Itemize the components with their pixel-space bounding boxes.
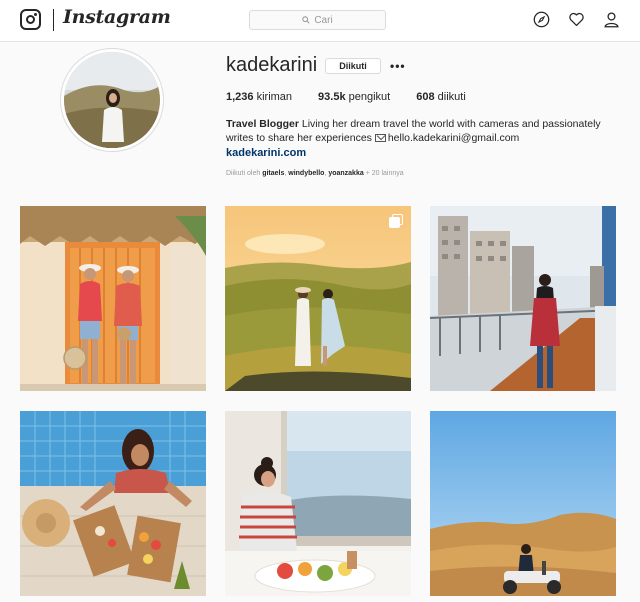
followed-by-prefix: Diikuti oleh <box>226 170 263 177</box>
post-tile[interactable] <box>20 411 206 596</box>
stat-following[interactable]: 608 diikuti <box>416 91 466 103</box>
stat-following-count: 608 <box>416 91 435 103</box>
post-image <box>430 206 616 391</box>
followed-by-text: Diikuti oleh gitaels, windybello, yoanza… <box>226 170 404 177</box>
stat-followers-count: 93.5k <box>318 91 346 103</box>
stat-followers-label: pengikut <box>348 91 391 103</box>
carousel-icon <box>389 214 403 228</box>
post-image <box>225 411 411 596</box>
follower-link-yoanzakka[interactable]: yoanzakka <box>328 170 363 177</box>
bio-title: Travel Blogger <box>226 118 299 130</box>
stat-posts-label: kiriman <box>256 91 293 103</box>
search-input[interactable]: Cari <box>249 10 386 30</box>
post-tile[interactable] <box>225 206 411 391</box>
more-options-button[interactable]: ••• <box>390 59 406 73</box>
profile-username: kadekarini <box>226 54 318 76</box>
mail-icon <box>374 134 386 142</box>
heart-icon[interactable] <box>568 11 585 28</box>
stat-followers[interactable]: 93.5k pengikut <box>318 91 390 103</box>
stat-following-label: diikuti <box>437 91 466 103</box>
following-button[interactable]: Diikuti <box>325 58 381 74</box>
bio-email: hello.kadekarini@gmail.com <box>387 132 520 144</box>
search-placeholder: Cari <box>314 14 333 26</box>
post-image <box>20 411 206 596</box>
post-image <box>430 411 616 596</box>
stat-posts-count: 1,236 <box>226 91 254 103</box>
person-icon[interactable] <box>603 11 620 28</box>
instagram-glyph-icon[interactable] <box>20 9 41 30</box>
profile-website-link[interactable]: kadekarini.com <box>226 147 306 159</box>
post-tile[interactable] <box>430 411 616 596</box>
follower-link-windybello[interactable]: windybello <box>288 170 324 177</box>
profile-stats: 1,236 kiriman 93.5k pengikut 608 diikuti <box>226 91 466 103</box>
stat-posts: 1,236 kiriman <box>226 91 292 103</box>
post-tile[interactable] <box>20 206 206 391</box>
post-image <box>20 206 206 391</box>
post-image <box>225 206 411 391</box>
followed-by-suffix: + 20 lainnya <box>363 170 404 177</box>
logo-divider <box>53 9 54 31</box>
top-navigation-bar: Instagram Cari <box>0 0 640 42</box>
post-tile[interactable] <box>430 206 616 391</box>
instagram-wordmark[interactable]: Instagram <box>63 6 171 28</box>
search-icon <box>302 16 310 24</box>
follower-link-gitaels[interactable]: gitaels <box>262 170 284 177</box>
profile-bio: Travel Blogger Living her dream travel t… <box>226 117 621 145</box>
profile-avatar[interactable] <box>60 48 164 152</box>
compass-icon[interactable] <box>533 11 550 28</box>
avatar-photo <box>64 52 160 148</box>
post-tile[interactable] <box>225 411 411 596</box>
